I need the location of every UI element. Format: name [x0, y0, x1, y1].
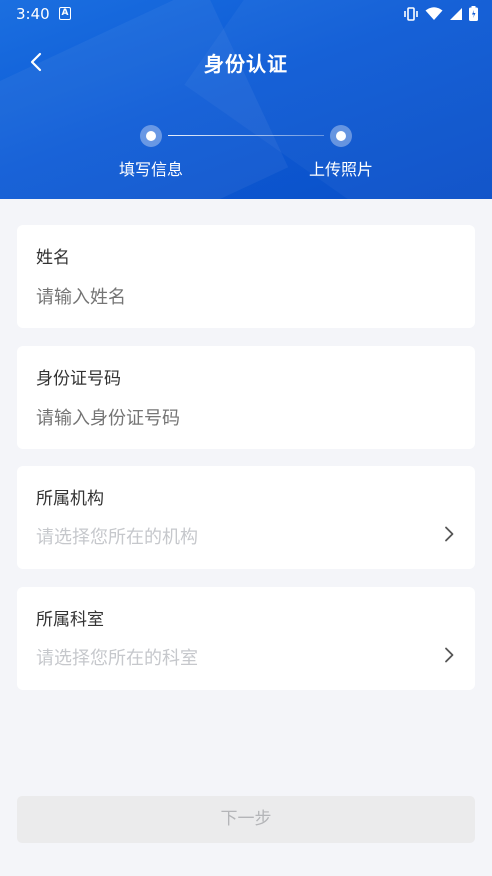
- name-field-card: 姓名: [17, 225, 475, 328]
- department-label: 所属科室: [36, 610, 104, 630]
- department-select-card[interactable]: 所属科室 请选择您所在的科室: [17, 587, 475, 690]
- status-icons: [403, 6, 478, 21]
- id-number-label: 身份证号码: [36, 369, 121, 389]
- next-step-button[interactable]: 下一步: [17, 796, 475, 843]
- a-icon: A: [59, 7, 71, 20]
- signal-icon: [450, 7, 462, 20]
- vibrate-icon: [404, 6, 418, 21]
- status-time: 3:40: [16, 5, 50, 23]
- name-input[interactable]: [36, 287, 436, 308]
- id-number-field-card: 身份证号码: [17, 346, 475, 449]
- name-label: 姓名: [36, 248, 70, 268]
- page-title: 身份认证: [204, 52, 288, 76]
- step-1-label: 填写信息: [118, 160, 183, 179]
- status-bar: 3:40 A: [0, 0, 492, 28]
- chevron-right-icon: [445, 647, 454, 663]
- department-placeholder: 请选择您所在的科室: [36, 648, 198, 669]
- battery-icon: [469, 6, 478, 21]
- id-number-input[interactable]: [36, 408, 436, 429]
- step-2-label: 上传照片: [308, 160, 373, 179]
- chevron-right-icon: [445, 526, 454, 542]
- institution-select-card[interactable]: 所属机构 请选择您所在的机构: [17, 466, 475, 569]
- wifi-icon: [425, 6, 443, 20]
- step-1-indicator: [140, 125, 162, 147]
- institution-placeholder: 请选择您所在的机构: [36, 527, 198, 548]
- institution-label: 所属机构: [36, 489, 104, 509]
- header-banner: 3:40 A 身份认证 填写信息 上传照片: [0, 0, 492, 199]
- step-2-indicator: [330, 125, 352, 147]
- step-progress-line: [168, 135, 324, 136]
